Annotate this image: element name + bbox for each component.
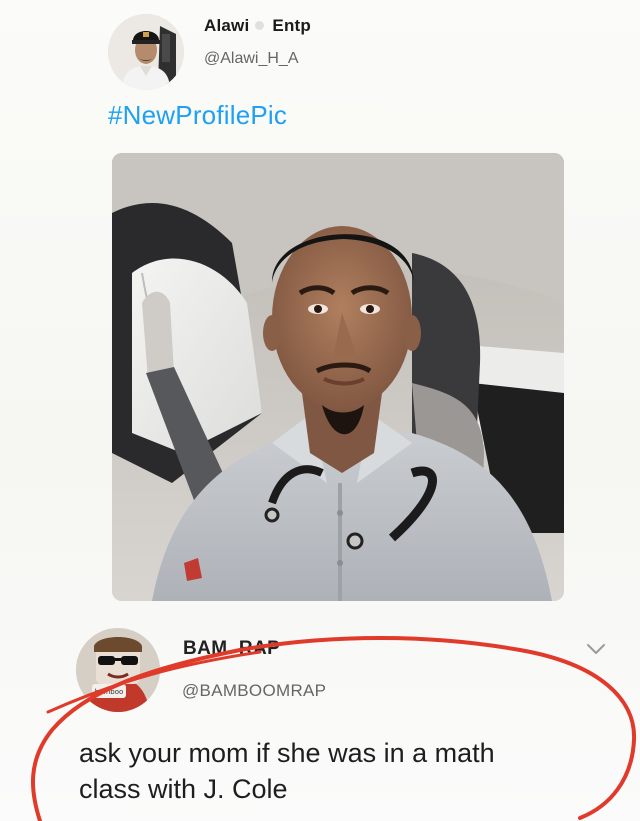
avatar-image: bamboo [76, 628, 160, 712]
name-separator-dot [255, 21, 265, 31]
display-name-text: Alawi [204, 16, 250, 35]
reply-text: ask your mom if she was in a math class … [79, 735, 579, 807]
avatar-image [108, 14, 184, 90]
reply-user-handle[interactable]: @BAMBOOMRAP [182, 681, 326, 701]
display-name[interactable]: Alawi Entp [204, 16, 311, 36]
reply-display-name[interactable]: BAM. RAP [183, 638, 280, 660]
user-handle[interactable]: @Alawi_H_A [204, 50, 299, 68]
tweet-photo[interactable] [112, 153, 564, 601]
profile-avatar-bamboomrap[interactable]: bamboo [76, 628, 160, 712]
screenshot-page: Alawi Entp @Alawi_H_A #NewProfilePic bam… [0, 0, 640, 821]
selfie-image [112, 153, 564, 601]
chevron-down-icon[interactable] [585, 640, 607, 658]
avatar-badge-text: bamboo [95, 688, 124, 696]
hashtag-link[interactable]: #NewProfilePic [108, 100, 287, 131]
display-name-suffix: Entp [272, 16, 311, 35]
reply-text-line-2: class with J. Cole [79, 774, 288, 804]
reply-text-line-1: ask your mom if she was in a math [79, 738, 495, 768]
profile-avatar-alawi[interactable] [108, 14, 184, 90]
